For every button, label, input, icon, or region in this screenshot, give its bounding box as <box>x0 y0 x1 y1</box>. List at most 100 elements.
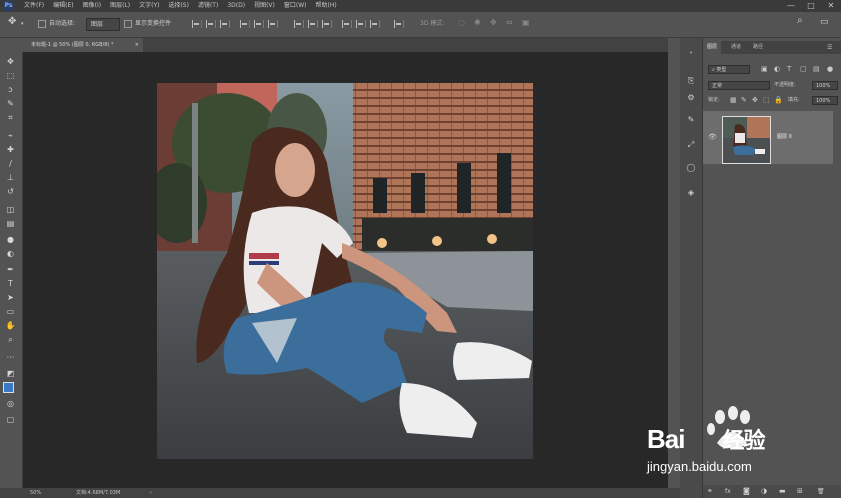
mask-icon[interactable]: ◙ <box>743 485 750 498</box>
3d-pan-icon[interactable]: ✥ <box>490 17 497 29</box>
lock-position-icon[interactable]: ✥ <box>752 96 758 105</box>
menu-item-7[interactable]: 3D(D) <box>227 0 245 12</box>
menu-item-2[interactable]: 图像(I) <box>83 0 101 12</box>
maximize-button[interactable]: □ <box>803 0 819 12</box>
document-canvas-photo[interactable] <box>157 83 533 459</box>
minimize-button[interactable]: — <box>783 0 799 12</box>
hand-tool[interactable]: ✋ <box>5 320 16 331</box>
distribute-right-icon[interactable] <box>370 20 380 28</box>
filter-shape-icon[interactable]: ▢ <box>800 65 807 74</box>
visibility-eye-icon[interactable]: 👁 <box>708 133 717 142</box>
brush-tool[interactable]: ∕ <box>5 158 16 169</box>
panel-menu-icon[interactable]: ☰ <box>827 41 832 54</box>
tab-paths[interactable]: 路径 <box>753 41 763 54</box>
distribute-bottom-icon[interactable] <box>322 20 332 28</box>
trash-icon[interactable]: 🗑 <box>817 485 825 498</box>
filter-toggle-icon[interactable]: ● <box>827 65 833 74</box>
quick-mask[interactable]: ◎ <box>5 398 16 409</box>
layer-name[interactable]: 图层 0 <box>777 133 792 142</box>
3d-roll-icon[interactable]: ✺ <box>474 17 481 29</box>
brush-settings-icon[interactable]: ✎ <box>685 114 697 125</box>
menu-item-4[interactable]: 文字(Y) <box>139 0 159 12</box>
paths-icon[interactable]: ⤢ <box>685 139 697 150</box>
menu-item-6[interactable]: 滤镜(T) <box>198 0 218 12</box>
3d-scale-icon[interactable]: ▣ <box>522 17 530 29</box>
adjustment-icon[interactable]: ◑ <box>761 485 767 498</box>
menu-item-3[interactable]: 图层(L) <box>110 0 130 12</box>
auto-select-checkbox[interactable]: 自动选择: <box>38 18 75 30</box>
blur-tool[interactable]: ● <box>5 234 16 245</box>
3d-rotate-icon[interactable]: ◌ <box>458 17 465 29</box>
menu-item-0[interactable]: 文件(F) <box>24 0 44 12</box>
new-layer-icon[interactable]: ⊞ <box>797 485 803 498</box>
quick-select-tool[interactable]: ✎ <box>5 98 16 109</box>
3d-slide-icon[interactable]: ⇔ <box>506 17 513 29</box>
tool-preset-picker[interactable]: ▾ <box>21 18 24 30</box>
close-tab-icon[interactable]: × <box>135 38 139 52</box>
pen-tool[interactable]: ✒ <box>5 264 16 275</box>
close-window-button[interactable]: ✕ <box>823 0 839 12</box>
link-icon[interactable]: ⚭ <box>707 485 713 498</box>
menu-item-8[interactable]: 视图(V) <box>254 0 275 12</box>
lock-all-icon[interactable]: 🔒 <box>774 96 783 105</box>
type-tool[interactable]: T <box>5 278 16 289</box>
screen-mode[interactable]: ▢ <box>5 414 16 425</box>
lasso-tool[interactable]: ↄ <box>5 84 16 95</box>
dodge-tool[interactable]: ◐ <box>5 248 16 259</box>
crop-tool[interactable]: ⌗ <box>5 112 16 123</box>
canvas-area[interactable] <box>23 52 668 488</box>
opacity-input[interactable]: 100% <box>812 81 838 90</box>
eyedropper-tool[interactable]: ⌁ <box>5 130 16 141</box>
healing-brush-tool[interactable]: ✚ <box>5 144 16 155</box>
menu-item-1[interactable]: 编辑(E) <box>53 0 73 12</box>
menu-item-9[interactable]: 窗口(W) <box>284 0 307 12</box>
zoom-tool[interactable]: ⌕ <box>5 334 16 345</box>
collapse-icon[interactable]: » <box>685 48 697 59</box>
gradient-tool[interactable]: ▤ <box>5 218 16 229</box>
filter-smart-icon[interactable]: ▤ <box>813 65 820 74</box>
move-icon[interactable]: ✥ <box>8 16 16 28</box>
lock-artboard-icon[interactable]: ⬚ <box>763 96 770 105</box>
shape-tool[interactable]: ▭ <box>5 306 16 317</box>
libraries-icon[interactable]: ◯ <box>685 162 697 173</box>
distribute-vcenter-icon[interactable] <box>308 20 318 28</box>
history-brush-tool[interactable]: ↺ <box>5 186 16 197</box>
default-colors[interactable]: ◩ <box>5 368 16 379</box>
align-bottom-icon[interactable] <box>220 20 230 28</box>
fill-input[interactable]: 100% <box>812 96 838 105</box>
marquee-tool[interactable]: ⬚ <box>5 70 16 81</box>
filter-adjustment-icon[interactable]: ◐ <box>774 65 780 74</box>
align-top-icon[interactable] <box>192 20 202 28</box>
align-left-icon[interactable] <box>240 20 250 28</box>
path-select-tool[interactable]: ➤ <box>5 292 16 303</box>
align-right-icon[interactable] <box>268 20 278 28</box>
transform-controls-checkbox[interactable]: 显示变换控件 <box>124 18 171 30</box>
filter-pixel-icon[interactable]: ▣ <box>761 65 768 74</box>
adjust-icon[interactable]: ⚙ <box>685 92 697 103</box>
align-hcenter-icon[interactable] <box>254 20 264 28</box>
workspace-icon[interactable]: ▭ <box>820 16 829 28</box>
status-arrow-icon[interactable]: › <box>150 488 152 498</box>
filter-kind-dropdown[interactable]: ⌕ 类型 <box>708 65 750 74</box>
align-vcenter-icon[interactable] <box>206 20 216 28</box>
distribute-top-icon[interactable] <box>294 20 304 28</box>
3d-icon[interactable]: ◈ <box>685 187 697 198</box>
document-tab[interactable]: 未标题-1 @ 50% (图层 0, RGB/8) * × <box>23 38 143 52</box>
group-icon[interactable]: ▬ <box>779 485 786 498</box>
fx-icon[interactable]: fx <box>725 485 731 498</box>
foreground-color-swatch[interactable] <box>3 382 14 393</box>
zoom-level[interactable]: 50% <box>30 488 41 498</box>
auto-align-icon[interactable] <box>394 20 404 28</box>
distribute-hcenter-icon[interactable] <box>356 20 366 28</box>
clone-stamp-tool[interactable]: ⊥ <box>5 172 16 183</box>
eraser-tool[interactable]: ◫ <box>5 204 16 215</box>
move-tool[interactable]: ✥ <box>5 56 16 67</box>
menu-item-10[interactable]: 帮助(H) <box>316 0 337 12</box>
tab-channels[interactable]: 通道 <box>731 41 741 54</box>
menu-item-5[interactable]: 选择(S) <box>168 0 189 12</box>
tab-layers[interactable]: 图层 <box>703 41 722 54</box>
history-icon[interactable]: ⎘ <box>685 75 697 86</box>
layer-row[interactable]: 👁 图层 0 <box>703 111 833 164</box>
lock-transparent-icon[interactable]: ▦ <box>730 96 737 105</box>
blend-mode-dropdown[interactable]: 正常 <box>708 81 770 90</box>
